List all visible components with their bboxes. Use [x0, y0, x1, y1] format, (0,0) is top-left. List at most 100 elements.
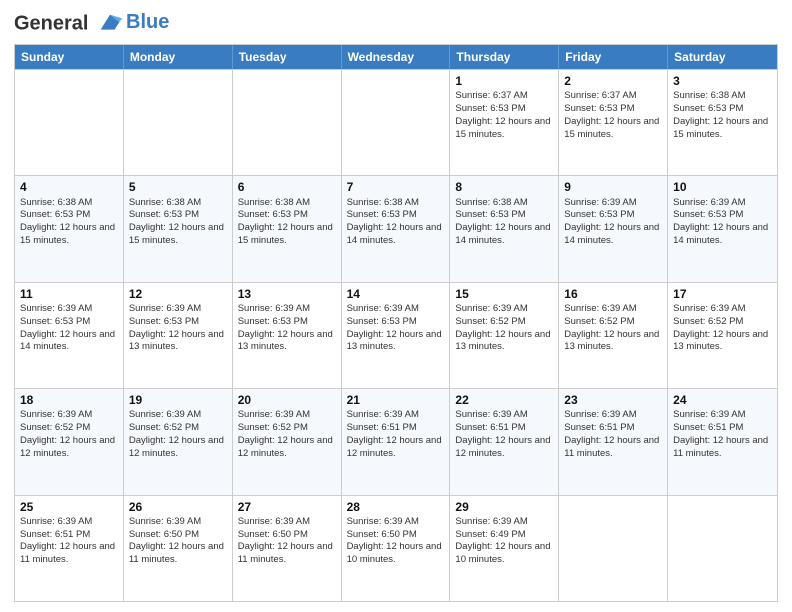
day-number: 12	[129, 286, 227, 302]
day-info: Sunrise: 6:39 AM Sunset: 6:51 PM Dayligh…	[455, 409, 550, 458]
calendar-cell-4-6: 23Sunrise: 6:39 AM Sunset: 6:51 PM Dayli…	[559, 389, 668, 494]
calendar-cell-4-4: 21Sunrise: 6:39 AM Sunset: 6:51 PM Dayli…	[342, 389, 451, 494]
weekday-header-sunday: Sunday	[15, 45, 124, 69]
day-number: 17	[673, 286, 772, 302]
logo-general: General	[14, 12, 88, 34]
day-info: Sunrise: 6:38 AM Sunset: 6:53 PM Dayligh…	[20, 197, 115, 246]
calendar-row-2: 4 Sunrise: 6:38 AM Sunset: 6:53 PM Daylig…	[15, 175, 777, 281]
logo-blue: Blue	[126, 11, 169, 34]
calendar-cell-4-5: 22Sunrise: 6:39 AM Sunset: 6:51 PM Dayli…	[450, 389, 559, 494]
calendar-row-4: 18Sunrise: 6:39 AM Sunset: 6:52 PM Dayli…	[15, 388, 777, 494]
day-number: 2	[564, 73, 662, 89]
logo: General Blue	[14, 10, 169, 38]
calendar-cell-3-6: 16Sunrise: 6:39 AM Sunset: 6:52 PM Dayli…	[559, 283, 668, 388]
day-number: 5	[129, 179, 227, 195]
day-number: 29	[455, 499, 553, 515]
weekday-header-tuesday: Tuesday	[233, 45, 342, 69]
weekday-header-thursday: Thursday	[450, 45, 559, 69]
calendar-cell-4-3: 20Sunrise: 6:39 AM Sunset: 6:52 PM Dayli…	[233, 389, 342, 494]
day-number: 25	[20, 499, 118, 515]
day-info: Sunrise: 6:39 AM Sunset: 6:53 PM Dayligh…	[673, 197, 768, 246]
day-info: Sunrise: 6:39 AM Sunset: 6:53 PM Dayligh…	[238, 303, 333, 352]
page-header: General Blue	[14, 10, 778, 38]
calendar-cell-4-1: 18Sunrise: 6:39 AM Sunset: 6:52 PM Dayli…	[15, 389, 124, 494]
day-number: 10	[673, 179, 772, 195]
day-number: 21	[347, 392, 445, 408]
calendar-cell-1-5: 1Sunrise: 6:37 AM Sunset: 6:53 PM Daylig…	[450, 70, 559, 175]
day-info: Sunrise: 6:39 AM Sunset: 6:52 PM Dayligh…	[673, 303, 768, 352]
day-info: Sunrise: 6:39 AM Sunset: 6:53 PM Dayligh…	[129, 303, 224, 352]
logo-bird-icon	[96, 10, 124, 38]
day-info: Sunrise: 6:39 AM Sunset: 6:51 PM Dayligh…	[347, 409, 442, 458]
calendar-cell-2-1: 4 Sunrise: 6:38 AM Sunset: 6:53 PM Daylig…	[15, 176, 124, 281]
day-info: Sunrise: 6:38 AM Sunset: 6:53 PM Dayligh…	[455, 197, 550, 246]
calendar-cell-3-4: 14Sunrise: 6:39 AM Sunset: 6:53 PM Dayli…	[342, 283, 451, 388]
day-number: 23	[564, 392, 662, 408]
day-info: Sunrise: 6:39 AM Sunset: 6:52 PM Dayligh…	[238, 409, 333, 458]
calendar-cell-3-1: 11Sunrise: 6:39 AM Sunset: 6:53 PM Dayli…	[15, 283, 124, 388]
calendar-cell-2-7: 10 Sunrise: 6:39 AM Sunset: 6:53 PM Dayli…	[668, 176, 777, 281]
day-number: 26	[129, 499, 227, 515]
calendar-cell-1-2	[124, 70, 233, 175]
calendar-cell-4-2: 19Sunrise: 6:39 AM Sunset: 6:52 PM Dayli…	[124, 389, 233, 494]
day-info: Sunrise: 6:37 AM Sunset: 6:53 PM Dayligh…	[564, 90, 659, 139]
day-info: Sunrise: 6:37 AM Sunset: 6:53 PM Dayligh…	[455, 90, 550, 139]
day-info: Sunrise: 6:39 AM Sunset: 6:52 PM Dayligh…	[455, 303, 550, 352]
day-info: Sunrise: 6:39 AM Sunset: 6:50 PM Dayligh…	[347, 516, 442, 565]
day-number: 11	[20, 286, 118, 302]
day-info: Sunrise: 6:39 AM Sunset: 6:53 PM Dayligh…	[20, 303, 115, 352]
day-number: 15	[455, 286, 553, 302]
day-info: Sunrise: 6:39 AM Sunset: 6:50 PM Dayligh…	[238, 516, 333, 565]
calendar-cell-4-7: 24Sunrise: 6:39 AM Sunset: 6:51 PM Dayli…	[668, 389, 777, 494]
day-info: Sunrise: 6:39 AM Sunset: 6:51 PM Dayligh…	[20, 516, 115, 565]
calendar-cell-5-7	[668, 496, 777, 601]
day-info: Sunrise: 6:39 AM Sunset: 6:51 PM Dayligh…	[673, 409, 768, 458]
calendar-cell-2-6: 9Sunrise: 6:39 AM Sunset: 6:53 PM Daylig…	[559, 176, 668, 281]
weekday-header-monday: Monday	[124, 45, 233, 69]
weekday-header-saturday: Saturday	[668, 45, 777, 69]
calendar-cell-1-7: 3Sunrise: 6:38 AM Sunset: 6:53 PM Daylig…	[668, 70, 777, 175]
day-number: 14	[347, 286, 445, 302]
calendar-cell-1-6: 2Sunrise: 6:37 AM Sunset: 6:53 PM Daylig…	[559, 70, 668, 175]
calendar-cell-2-5: 8 Sunrise: 6:38 AM Sunset: 6:53 PM Daylig…	[450, 176, 559, 281]
calendar-row-3: 11Sunrise: 6:39 AM Sunset: 6:53 PM Dayli…	[15, 282, 777, 388]
calendar-cell-1-4	[342, 70, 451, 175]
weekday-header-friday: Friday	[559, 45, 668, 69]
calendar-cell-2-4: 7 Sunrise: 6:38 AM Sunset: 6:53 PM Daylig…	[342, 176, 451, 281]
calendar-cell-5-5: 29Sunrise: 6:39 AM Sunset: 6:49 PM Dayli…	[450, 496, 559, 601]
calendar: SundayMondayTuesdayWednesdayThursdayFrid…	[14, 44, 778, 602]
calendar-cell-5-3: 27Sunrise: 6:39 AM Sunset: 6:50 PM Dayli…	[233, 496, 342, 601]
calendar-header: SundayMondayTuesdayWednesdayThursdayFrid…	[15, 45, 777, 69]
day-info: Sunrise: 6:38 AM Sunset: 6:53 PM Dayligh…	[347, 197, 442, 246]
calendar-row-1: 1Sunrise: 6:37 AM Sunset: 6:53 PM Daylig…	[15, 69, 777, 175]
day-number: 9	[564, 179, 662, 195]
weekday-header-wednesday: Wednesday	[342, 45, 451, 69]
day-number: 18	[20, 392, 118, 408]
day-number: 20	[238, 392, 336, 408]
day-number: 8	[455, 179, 553, 195]
calendar-cell-1-3	[233, 70, 342, 175]
day-info: Sunrise: 6:38 AM Sunset: 6:53 PM Dayligh…	[238, 197, 333, 246]
calendar-row-5: 25Sunrise: 6:39 AM Sunset: 6:51 PM Dayli…	[15, 495, 777, 601]
calendar-cell-5-2: 26Sunrise: 6:39 AM Sunset: 6:50 PM Dayli…	[124, 496, 233, 601]
day-info: Sunrise: 6:39 AM Sunset: 6:51 PM Dayligh…	[564, 409, 659, 458]
day-number: 16	[564, 286, 662, 302]
calendar-cell-5-1: 25Sunrise: 6:39 AM Sunset: 6:51 PM Dayli…	[15, 496, 124, 601]
day-info: Sunrise: 6:39 AM Sunset: 6:50 PM Dayligh…	[129, 516, 224, 565]
day-info: Sunrise: 6:39 AM Sunset: 6:53 PM Dayligh…	[347, 303, 442, 352]
day-info: Sunrise: 6:39 AM Sunset: 6:52 PM Dayligh…	[564, 303, 659, 352]
day-info: Sunrise: 6:39 AM Sunset: 6:49 PM Dayligh…	[455, 516, 550, 565]
day-number: 3	[673, 73, 772, 89]
calendar-cell-5-4: 28Sunrise: 6:39 AM Sunset: 6:50 PM Dayli…	[342, 496, 451, 601]
day-info: Sunrise: 6:39 AM Sunset: 6:52 PM Dayligh…	[20, 409, 115, 458]
day-number: 6	[238, 179, 336, 195]
day-number: 4	[20, 179, 118, 195]
day-number: 13	[238, 286, 336, 302]
calendar-cell-2-3: 6 Sunrise: 6:38 AM Sunset: 6:53 PM Daylig…	[233, 176, 342, 281]
day-number: 28	[347, 499, 445, 515]
day-number: 22	[455, 392, 553, 408]
day-number: 7	[347, 179, 445, 195]
day-number: 27	[238, 499, 336, 515]
calendar-cell-1-1	[15, 70, 124, 175]
day-number: 24	[673, 392, 772, 408]
